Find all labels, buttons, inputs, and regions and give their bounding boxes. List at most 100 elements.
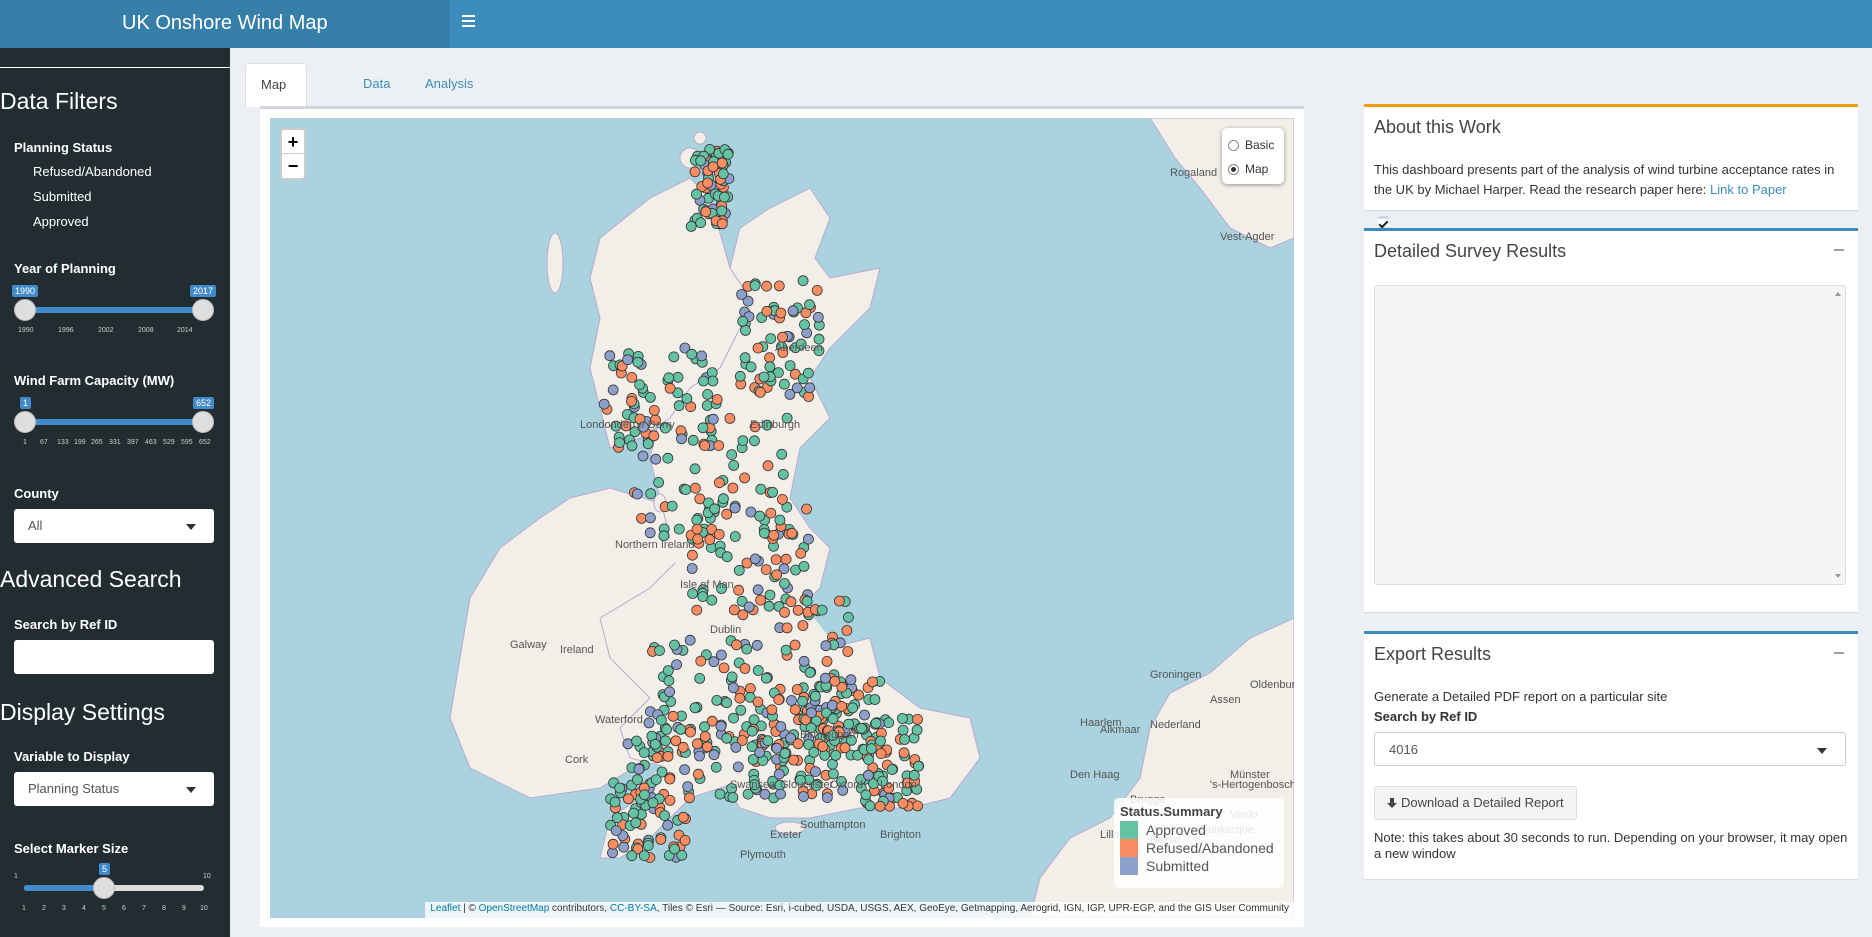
wind-farm-marker[interactable] xyxy=(662,819,674,831)
wind-farm-marker[interactable] xyxy=(870,717,882,729)
layer-option-basic[interactable]: Basic xyxy=(1228,138,1274,152)
wind-farm-marker[interactable] xyxy=(874,800,886,812)
wind-farm-marker[interactable] xyxy=(659,810,671,821)
wind-farm-marker[interactable] xyxy=(798,791,809,802)
wind-farm-marker[interactable] xyxy=(784,360,796,372)
wind-farm-marker[interactable] xyxy=(875,735,886,747)
wind-farm-marker[interactable] xyxy=(664,795,676,806)
wind-farm-marker[interactable] xyxy=(698,375,709,387)
wind-farm-marker[interactable] xyxy=(702,177,714,189)
wind-farm-marker[interactable] xyxy=(775,307,787,319)
wind-farm-marker[interactable] xyxy=(614,437,625,449)
wind-farm-marker[interactable] xyxy=(689,463,701,475)
wind-farm-marker[interactable] xyxy=(768,529,780,541)
wind-farm-marker[interactable] xyxy=(859,709,870,721)
wind-farm-marker[interactable] xyxy=(660,735,672,747)
wind-farm-marker[interactable] xyxy=(689,702,701,714)
wind-farm-marker[interactable] xyxy=(718,662,730,674)
wind-farm-marker[interactable] xyxy=(765,507,777,519)
wind-farm-marker[interactable] xyxy=(763,600,775,612)
wind-farm-marker[interactable] xyxy=(785,596,797,608)
wind-farm-marker[interactable] xyxy=(728,459,740,471)
tab-map-stats[interactable]: Map & Stats xyxy=(245,63,307,176)
wind-farm-marker[interactable] xyxy=(598,398,610,410)
wind-farm-marker[interactable] xyxy=(691,738,703,750)
wind-farm-marker[interactable] xyxy=(687,434,699,446)
wind-farm-marker[interactable] xyxy=(626,395,637,407)
wind-farm-marker[interactable] xyxy=(869,694,881,705)
wind-farm-marker[interactable] xyxy=(669,843,680,855)
wind-farm-marker[interactable] xyxy=(816,604,828,616)
wind-farm-marker[interactable] xyxy=(695,155,707,167)
wind-farm-marker[interactable] xyxy=(810,766,821,777)
wind-farm-marker[interactable] xyxy=(803,533,814,545)
wind-farm-marker[interactable] xyxy=(666,500,678,512)
wind-farm-marker[interactable] xyxy=(764,361,776,373)
wind-farm-marker[interactable] xyxy=(721,551,733,563)
wind-farm-marker[interactable] xyxy=(618,841,630,853)
wind-farm-marker[interactable] xyxy=(754,386,766,398)
variable-select[interactable]: Planning Status xyxy=(14,772,214,806)
wind-farm-marker[interactable] xyxy=(739,663,751,674)
slider-min-handle[interactable] xyxy=(14,411,36,433)
wind-farm-marker[interactable] xyxy=(682,781,694,792)
wind-farm-marker[interactable] xyxy=(691,523,703,535)
wind-farm-marker[interactable] xyxy=(911,724,923,736)
wind-farm-marker[interactable] xyxy=(735,704,747,716)
wind-farm-marker[interactable] xyxy=(722,148,734,160)
wind-farm-marker[interactable] xyxy=(760,564,772,576)
wind-farm-marker[interactable] xyxy=(755,594,767,606)
wind-farm-marker[interactable] xyxy=(724,412,736,424)
wind-farm-marker[interactable] xyxy=(897,798,909,809)
wind-farm-marker[interactable] xyxy=(721,508,733,520)
zoom-in-button[interactable]: + xyxy=(282,130,304,154)
wind-farm-marker[interactable] xyxy=(626,850,638,862)
tab-data[interactable]: Data xyxy=(348,63,405,107)
wind-farm-marker[interactable] xyxy=(645,488,657,500)
wind-farm-marker[interactable] xyxy=(708,656,720,668)
wind-farm-marker[interactable] xyxy=(821,792,833,803)
leaflet-link[interactable]: Leaflet xyxy=(430,903,460,914)
wind-farm-marker[interactable] xyxy=(762,735,774,747)
wind-farm-marker[interactable] xyxy=(812,311,824,323)
slider-max-handle[interactable] xyxy=(192,411,214,433)
wind-farm-marker[interactable] xyxy=(736,289,748,300)
wind-farm-marker[interactable] xyxy=(913,760,924,772)
wind-farm-marker[interactable] xyxy=(716,205,728,217)
wind-farm-marker[interactable] xyxy=(704,534,716,546)
wind-farm-marker[interactable] xyxy=(631,488,643,500)
wind-farm-marker[interactable] xyxy=(622,793,634,805)
wind-farm-marker[interactable] xyxy=(786,527,798,539)
wind-farm-marker[interactable] xyxy=(883,717,895,729)
wind-farm-marker[interactable] xyxy=(795,547,807,559)
wind-farm-marker[interactable] xyxy=(691,188,702,200)
wind-farm-marker[interactable] xyxy=(797,620,809,631)
sidebar-toggle-icon[interactable] xyxy=(462,12,482,32)
wind-farm-marker[interactable] xyxy=(897,724,909,736)
wind-farm-marker[interactable] xyxy=(707,375,719,387)
wind-farm-marker[interactable] xyxy=(777,331,788,343)
wind-farm-marker[interactable] xyxy=(912,800,923,812)
wind-farm-marker[interactable] xyxy=(827,713,839,725)
wind-farm-marker[interactable] xyxy=(845,674,857,686)
wind-farm-marker[interactable] xyxy=(773,694,785,705)
wind-farm-marker[interactable] xyxy=(668,351,680,363)
wind-farm-marker[interactable] xyxy=(841,625,853,636)
wind-farm-marker[interactable] xyxy=(707,413,719,425)
paper-link[interactable]: Link to Paper xyxy=(1710,182,1787,197)
wind-farm-marker[interactable] xyxy=(626,440,638,452)
wind-farm-marker[interactable] xyxy=(764,352,776,364)
wind-farm-marker[interactable] xyxy=(709,503,721,515)
wind-farm-marker[interactable] xyxy=(749,435,760,447)
wind-farm-marker[interactable] xyxy=(804,382,816,394)
wind-farm-marker[interactable] xyxy=(643,717,655,729)
wind-farm-marker[interactable] xyxy=(675,724,687,735)
wind-farm-marker[interactable] xyxy=(804,299,815,311)
layer-option-map[interactable]: Map xyxy=(1228,162,1268,176)
wind-farm-marker[interactable] xyxy=(673,523,685,535)
wind-farm-marker[interactable] xyxy=(827,699,838,711)
wind-farm-marker[interactable] xyxy=(654,645,665,656)
wind-farm-marker[interactable] xyxy=(649,738,661,750)
wind-farm-marker[interactable] xyxy=(732,761,744,773)
wind-farm-marker[interactable] xyxy=(716,157,728,169)
